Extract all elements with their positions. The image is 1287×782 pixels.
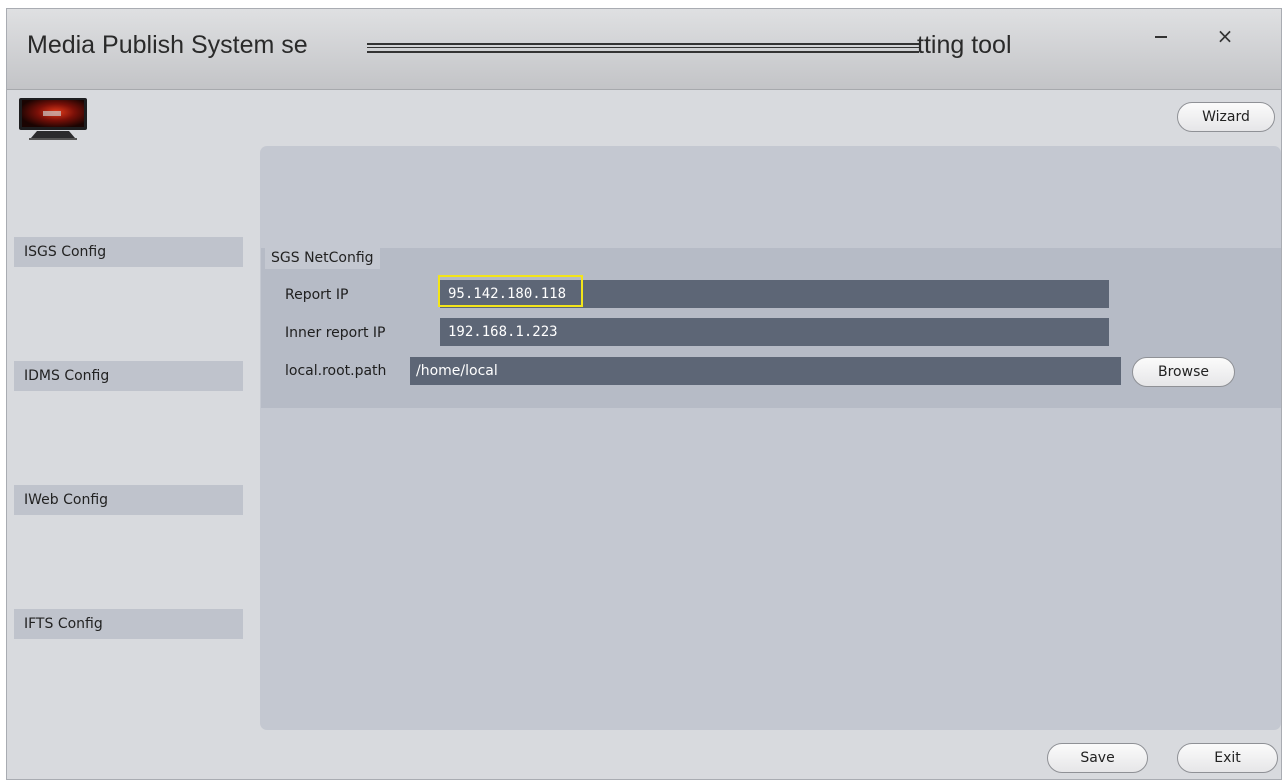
close-button[interactable]: × [1207, 21, 1243, 51]
title-redaction-lines [367, 43, 919, 53]
browse-button[interactable]: Browse [1132, 357, 1235, 387]
sidebar-item-ifts-config[interactable]: IFTS Config [14, 609, 243, 639]
inner-report-ip-input[interactable]: 192.168.1.223 [440, 318, 1109, 346]
save-button[interactable]: Save [1047, 743, 1148, 773]
sidebar-item-isgs-config[interactable]: ISGS Config [14, 237, 243, 267]
minimize-icon [1155, 36, 1167, 38]
title-bar[interactable]: Media Publish System se tting tool × [7, 9, 1281, 90]
app-window: Media Publish System se tting tool × Wiz… [6, 8, 1282, 780]
inner-report-ip-label: Inner report IP [285, 325, 386, 341]
report-ip-input[interactable]: 95.142.180.118 [440, 280, 1109, 308]
local-root-path-input[interactable]: /home/local [410, 357, 1121, 385]
sgs-netconfig-title: SGS NetConfig [265, 247, 380, 269]
sidebar-item-idms-config[interactable]: IDMS Config [14, 361, 243, 391]
exit-button[interactable]: Exit [1177, 743, 1278, 773]
config-panel [260, 146, 1281, 730]
report-ip-label: Report IP [285, 287, 349, 303]
monitor-logo-icon [19, 98, 87, 140]
minimize-button[interactable] [1143, 25, 1179, 55]
window-title-left: Media Publish System se [27, 31, 308, 59]
window-title-right: tting tool [917, 31, 1012, 59]
wizard-button[interactable]: Wizard [1177, 102, 1275, 132]
local-root-path-label: local.root.path [285, 363, 387, 379]
sidebar-item-iweb-config[interactable]: IWeb Config [14, 485, 243, 515]
close-icon: × [1216, 24, 1234, 48]
